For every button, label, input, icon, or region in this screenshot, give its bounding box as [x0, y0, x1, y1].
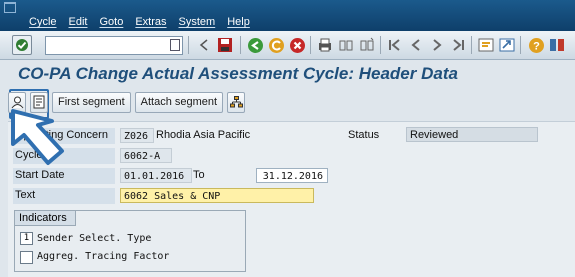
menu-system[interactable]: System — [179, 16, 216, 28]
aggreg-tracing-factor-label: Aggreg. Tracing Factor — [37, 251, 170, 262]
to-date-field[interactable]: 31.12.2016 — [256, 168, 328, 183]
hierarchy-icon[interactable] — [227, 91, 246, 113]
back-arrow-small-icon[interactable] — [194, 35, 214, 55]
to-date-label: To — [193, 169, 205, 181]
toolbar-separator — [240, 36, 241, 54]
svg-text:?: ? — [533, 40, 540, 52]
status-field: Reviewed — [406, 127, 538, 142]
system-menu-icon[interactable] — [4, 2, 16, 13]
first-page-icon[interactable] — [385, 35, 405, 55]
status-label: Status — [348, 129, 380, 141]
aggreg-tracing-factor-checkbox[interactable] — [20, 251, 33, 264]
start-date-label: Start Date — [15, 169, 65, 181]
shortcut-icon[interactable] — [497, 35, 517, 55]
prev-page-icon[interactable] — [406, 35, 426, 55]
indicators-title: Indicators — [15, 211, 76, 226]
menu-help[interactable]: Help — [227, 16, 250, 28]
last-page-icon[interactable] — [448, 35, 468, 55]
text-field[interactable]: 6062 Sales & CNP — [120, 188, 314, 203]
indicators-group: Indicators 1 Sender Select. Type Aggreg.… — [14, 210, 246, 272]
enter-icon[interactable] — [12, 35, 32, 55]
next-page-icon[interactable] — [427, 35, 447, 55]
new-session-icon[interactable] — [476, 35, 496, 55]
toolbar-separator — [380, 36, 381, 54]
standard-toolbar: ? — [0, 31, 575, 60]
mouse-cursor-icon — [11, 109, 64, 165]
menu-extras[interactable]: Extras — [135, 16, 166, 28]
operating-concern-description: Rhodia Asia Pacific — [156, 129, 251, 141]
sender-select-type-label: Sender Select. Type — [37, 233, 152, 244]
toolbar-separator — [471, 36, 472, 54]
toolbar-separator — [310, 36, 311, 54]
text-label: Text — [15, 189, 36, 201]
customize-layout-icon[interactable] — [547, 35, 567, 55]
exit-icon[interactable] — [266, 35, 286, 55]
menu-bar: Cycle Edit Goto Extras System Help — [0, 0, 575, 31]
help-icon[interactable]: ? — [526, 35, 546, 55]
page-title: CO-PA Change Actual Assessment Cycle: He… — [18, 64, 458, 83]
find-icon[interactable] — [336, 35, 356, 55]
find-next-icon[interactable] — [357, 35, 377, 55]
menu-cycle[interactable]: Cycle — [29, 16, 57, 28]
menu-goto[interactable]: Goto — [99, 16, 123, 28]
command-history-icon[interactable] — [170, 39, 180, 51]
operating-concern-field: Z026 — [120, 128, 154, 143]
print-icon[interactable] — [315, 35, 335, 55]
toolbar-separator — [520, 36, 521, 54]
sender-select-type-field[interactable]: 1 — [20, 232, 33, 245]
cancel-icon[interactable] — [287, 35, 307, 55]
toolbar-separator — [188, 36, 189, 54]
save-icon[interactable] — [215, 35, 235, 55]
start-date-field[interactable]: 01.01.2016 — [120, 168, 192, 183]
back-icon[interactable] — [245, 35, 265, 55]
attach-segment-button[interactable]: Attach segment — [134, 91, 224, 113]
command-field[interactable] — [45, 36, 183, 55]
cycle-field: 6062-A — [120, 148, 172, 163]
menu-edit[interactable]: Edit — [69, 16, 88, 28]
